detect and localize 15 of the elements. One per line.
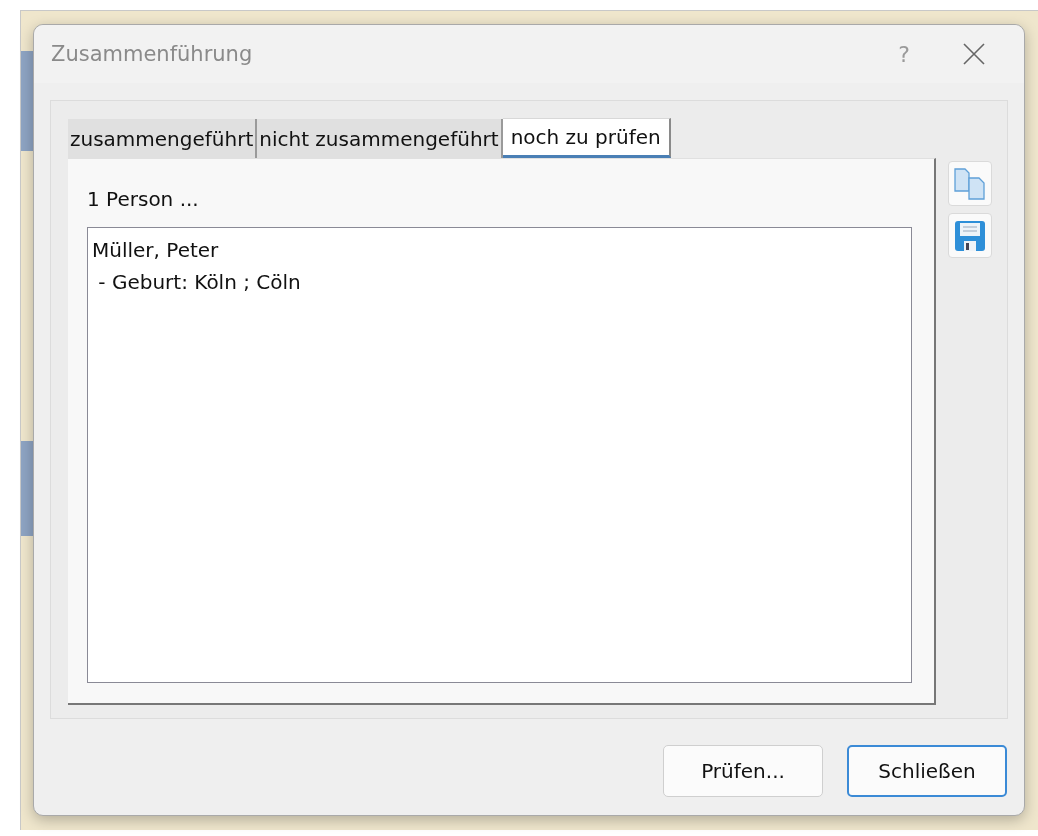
save-icon xyxy=(954,219,986,252)
dialog-title: Zusammenführung xyxy=(51,42,254,66)
close-dialog-button[interactable]: Schließen xyxy=(847,745,1007,797)
result-text-area[interactable]: Müller, Peter - Geburt: Köln ; Cöln xyxy=(87,227,912,683)
copy-button[interactable] xyxy=(948,161,992,206)
check-button[interactable]: Prüfen... xyxy=(663,745,823,797)
tab[interactable]: nicht zusammengeführt xyxy=(257,119,503,158)
tab[interactable]: noch zu prüfen xyxy=(502,118,671,158)
result-line: Müller, Peter xyxy=(92,237,220,264)
person-count: 1 Person ... xyxy=(87,187,200,211)
result-line: - Geburt: Köln ; Cöln xyxy=(97,269,302,296)
tab[interactable]: zusammengeführt xyxy=(68,119,258,158)
copy-icon xyxy=(953,166,987,201)
save-button[interactable] xyxy=(948,213,992,258)
close-icon xyxy=(963,43,985,65)
